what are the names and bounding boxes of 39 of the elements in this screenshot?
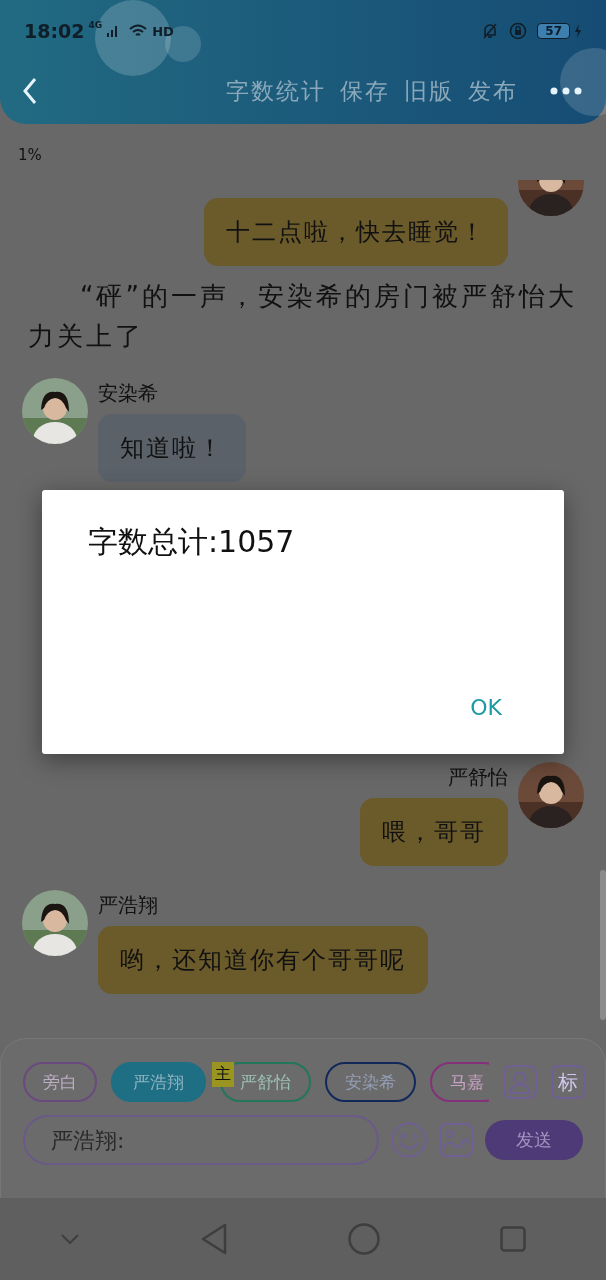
battery-level: 57 <box>537 23 570 39</box>
send-button[interactable]: 发送 <box>485 1120 583 1160</box>
more-icon[interactable] <box>550 87 582 95</box>
progress-text: 1% <box>17 145 43 166</box>
network-label: 4G <box>88 20 103 30</box>
image-icon[interactable] <box>439 1123 473 1157</box>
message-bubble: 哟，还知道你有个哥哥呢 <box>98 926 428 994</box>
message-bubble: 十二点啦，快去睡觉！ <box>204 198 508 266</box>
sender-name: 严浩翔 <box>98 892 158 918</box>
collapse-icon[interactable] <box>60 1233 80 1245</box>
home-icon[interactable] <box>348 1223 380 1255</box>
message-bubble: 知道啦！ <box>98 414 246 482</box>
lock-circle-icon <box>509 22 528 40</box>
status-time: 18:02 <box>24 20 85 42</box>
wifi-icon <box>128 23 149 39</box>
recents-icon[interactable] <box>500 1226 526 1252</box>
dialog-message: 字数总计:1057 <box>88 523 295 561</box>
message-bubble: 喂，哥哥 <box>360 798 508 866</box>
header-action[interactable]: 发布 <box>468 75 518 107</box>
ok-button[interactable]: OK <box>470 695 502 720</box>
message-input[interactable]: 严浩翔: <box>23 1115 379 1165</box>
person-icon[interactable] <box>503 1065 537 1099</box>
header-action[interactable]: 旧版 <box>404 75 454 107</box>
sender-name: 安染希 <box>98 380 158 406</box>
role-chip[interactable]: 马嘉 <box>430 1062 489 1102</box>
charging-icon <box>574 24 582 38</box>
narration-text: “砰”的一声，安染希的房门被严舒怡大力关上了 <box>27 280 578 353</box>
mark-button[interactable]: 标 <box>551 1065 585 1099</box>
header-action[interactable]: 保存 <box>340 75 390 107</box>
muted-bell-icon <box>481 22 500 40</box>
role-chip[interactable]: 安染希 <box>325 1062 416 1102</box>
lead-tag: 主 <box>212 1062 234 1087</box>
role-chip[interactable]: 旁白 <box>23 1062 97 1102</box>
role-chip[interactable]: 严浩翔 <box>111 1062 206 1102</box>
hd-label: HD <box>152 23 174 39</box>
emoji-icon[interactable] <box>391 1122 427 1158</box>
back-icon[interactable] <box>200 1223 228 1255</box>
sender-name: 严舒怡 <box>448 764 508 790</box>
header-action[interactable]: 字数统计 <box>226 75 326 107</box>
